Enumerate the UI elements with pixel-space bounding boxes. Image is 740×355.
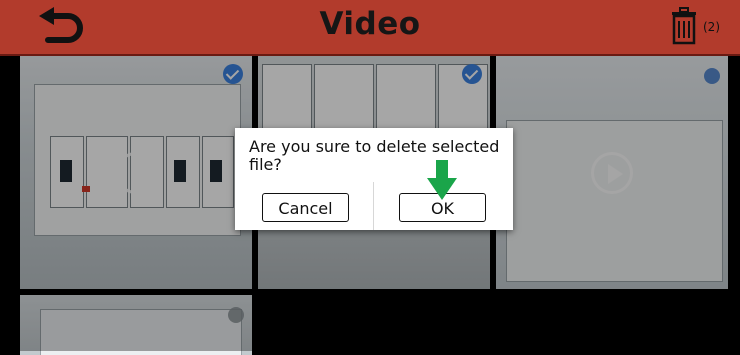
down-arrow-icon xyxy=(427,160,457,200)
app-header: Video (2) xyxy=(0,0,740,56)
trash-icon[interactable] xyxy=(668,6,700,46)
page-title: Video xyxy=(319,6,421,42)
cancel-button[interactable]: Cancel xyxy=(262,193,349,222)
selected-count: (2) xyxy=(703,20,720,34)
dialog-divider xyxy=(373,182,374,230)
dialog-message: Are you sure to delete selected file? xyxy=(249,137,500,174)
delete-confirm-dialog: Are you sure to delete selected file? Ca… xyxy=(235,128,513,230)
